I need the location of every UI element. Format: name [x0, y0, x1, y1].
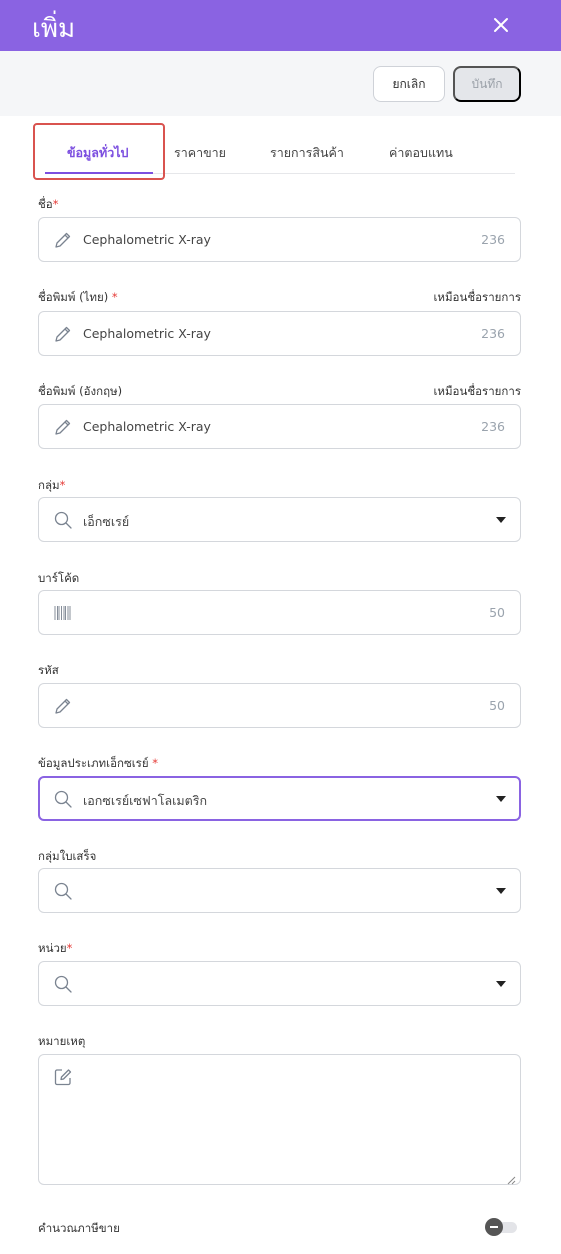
print-name-en-label: ชื่อพิมพ์ (อังกฤษ)	[38, 384, 123, 398]
search-icon	[53, 881, 73, 901]
xray-type-value: เอกซเรย์เซฟาโลเมตริก	[83, 793, 208, 808]
code-label: รหัส	[38, 663, 59, 677]
note-label: หมายเหตุ	[38, 1034, 86, 1048]
search-icon	[53, 974, 73, 994]
name-label: ชื่อ*	[38, 197, 59, 211]
search-icon	[53, 789, 73, 809]
edit-icon	[53, 1067, 73, 1087]
active-tab-indicator	[45, 172, 153, 174]
chevron-down-icon[interactable]	[496, 517, 506, 523]
print-name-th-char-count: 236	[481, 326, 505, 341]
modal-header: เพิ่ม	[0, 0, 561, 51]
calc-tax-label: คำนวณภาษีขาย	[38, 1221, 120, 1235]
tab-bar: ข้อมูลทั่วไป ราคาขาย รายการสินค้า ค่าตอบ…	[45, 131, 515, 174]
save-button[interactable]: บันทึก	[453, 66, 521, 102]
unit-select[interactable]	[38, 961, 521, 1006]
search-icon	[53, 510, 73, 530]
code-field[interactable]: 50	[38, 683, 521, 728]
tab-product-list[interactable]: รายการสินค้า	[270, 143, 344, 163]
print-name-th-value: Cephalometric X-ray	[83, 326, 211, 341]
barcode-icon	[53, 603, 73, 623]
name-value: Cephalometric X-ray	[83, 232, 211, 247]
same-as-item-name-en-link[interactable]: เหมือนชื่อรายการ	[433, 383, 521, 401]
barcode-field[interactable]: 50	[38, 590, 521, 635]
receipt-group-select[interactable]	[38, 868, 521, 913]
tab-compensation[interactable]: ค่าตอบแทน	[389, 143, 453, 163]
print-name-th-label: ชื่อพิมพ์ (ไทย) *	[38, 290, 118, 304]
print-name-en-field[interactable]: Cephalometric X-ray 236	[38, 404, 521, 449]
pencil-icon	[53, 696, 73, 716]
tab-general-info[interactable]: ข้อมูลทั่วไป	[67, 143, 128, 163]
unit-label: หน่วย*	[38, 941, 73, 955]
calc-tax-toggle[interactable]	[485, 1218, 517, 1236]
code-char-count: 50	[489, 698, 505, 713]
barcode-char-count: 50	[489, 605, 505, 620]
resize-handle-icon[interactable]	[506, 1170, 516, 1185]
chevron-down-icon[interactable]	[496, 981, 506, 987]
xray-type-select[interactable]: เอกซเรย์เซฟาโลเมตริก	[38, 776, 521, 821]
chevron-down-icon[interactable]	[496, 888, 506, 894]
pencil-icon	[53, 417, 73, 437]
print-name-th-field[interactable]: Cephalometric X-ray 236	[38, 311, 521, 356]
print-name-en-value: Cephalometric X-ray	[83, 419, 211, 434]
xray-type-label: ข้อมูลประเภทเอ็กซเรย์ *	[38, 756, 158, 770]
group-label: กลุ่ม*	[38, 478, 66, 492]
barcode-label: บาร์โค้ด	[38, 571, 80, 585]
close-icon[interactable]	[489, 13, 513, 37]
chevron-down-icon[interactable]	[496, 796, 506, 802]
cancel-button[interactable]: ยกเลิก	[373, 66, 445, 102]
pencil-icon	[53, 324, 73, 344]
print-name-en-char-count: 236	[481, 419, 505, 434]
receipt-group-label: กลุ่มใบเสร็จ	[38, 849, 97, 863]
name-field[interactable]: Cephalometric X-ray 236	[38, 217, 521, 262]
modal-title: เพิ่ม	[32, 14, 76, 44]
tab-selling-price[interactable]: ราคาขาย	[174, 143, 226, 163]
note-textarea[interactable]	[38, 1054, 521, 1185]
name-char-count: 236	[481, 232, 505, 247]
same-as-item-name-th-link[interactable]: เหมือนชื่อรายการ	[433, 289, 521, 307]
action-toolbar: ยกเลิก บันทึก	[0, 51, 561, 116]
group-select[interactable]: เอ็กซเรย์	[38, 497, 521, 542]
toggle-knob	[485, 1218, 503, 1236]
pencil-icon	[53, 230, 73, 250]
group-value: เอ็กซเรย์	[83, 514, 130, 529]
